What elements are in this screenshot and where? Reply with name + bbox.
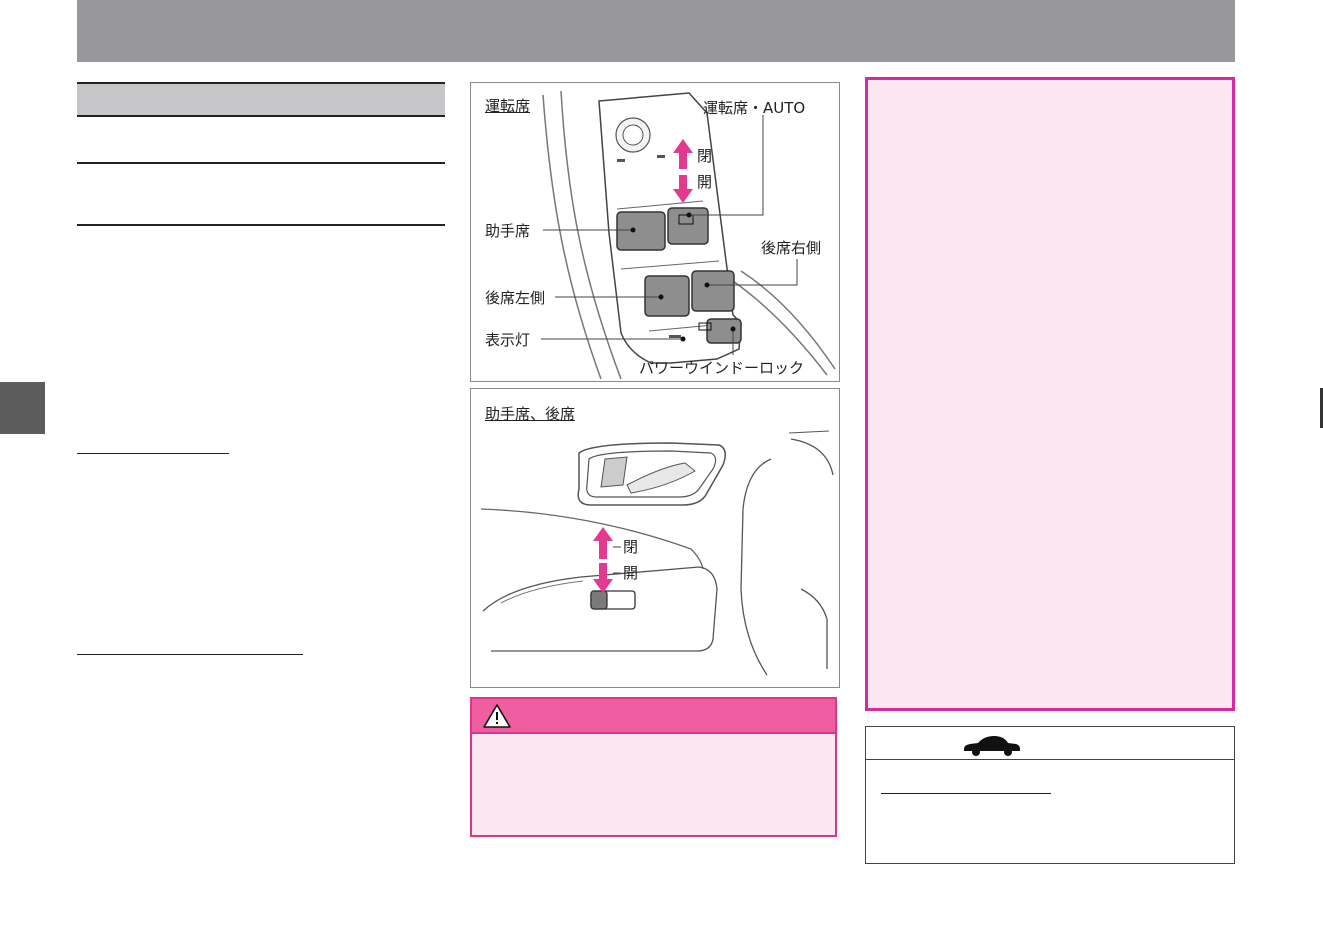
warning-box — [470, 697, 837, 837]
car-icon — [964, 736, 1020, 756]
chapter-side-tab — [0, 382, 45, 434]
label-close: 閉 — [697, 147, 713, 165]
label-indicator: 表示灯 — [485, 331, 531, 349]
label-open: 開 — [697, 173, 713, 191]
label-rear-left: 後席左側 — [485, 289, 546, 307]
section-rule-2 — [77, 162, 445, 164]
figure-title-passenger-rear: 助手席、後席 — [485, 405, 576, 423]
info-box-underline — [881, 793, 1051, 794]
label-passenger: 助手席 — [485, 222, 531, 240]
info-panel-pink — [865, 77, 1235, 711]
label-rear-right: 後席右側 — [761, 239, 822, 257]
label-open-2: 開 — [623, 564, 639, 582]
driver-switch-figure: 運転席 運転席・AUTO 閉 開 助手席 後席右側 後席左側 表示灯 パワーウイ… — [470, 82, 840, 382]
subheading-underline-1 — [77, 453, 229, 454]
page-header-bar — [77, 0, 1235, 62]
warning-triangle-icon — [483, 704, 511, 728]
vehicle-info-box — [865, 726, 1235, 864]
section-rule-3 — [77, 224, 445, 226]
passenger-rear-switch-figure: 助手席、後席 閉 開 — [470, 388, 840, 688]
passenger-rear-illustration — [480, 430, 834, 676]
info-box-header-line — [866, 759, 1234, 760]
label-close-2: 閉 — [623, 538, 639, 556]
section-heading-rule — [77, 115, 445, 117]
label-driver-auto: 運転席・AUTO — [703, 99, 806, 117]
section-heading-band — [77, 84, 445, 115]
figure-title-driver: 運転席 — [485, 97, 531, 115]
label-power-window-lock: パワーウインドーロック — [639, 359, 805, 377]
warning-header — [472, 699, 835, 734]
subheading-underline-2 — [77, 654, 303, 655]
